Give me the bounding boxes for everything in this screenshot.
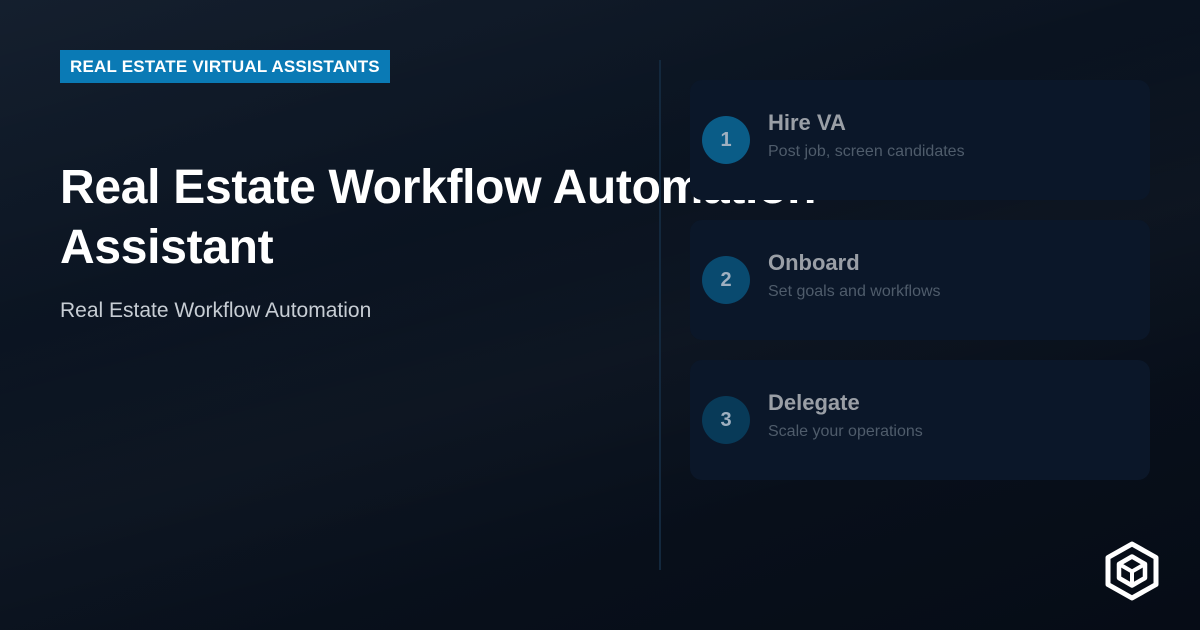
step-card-onboard: 2 Onboard Set goals and workflows: [690, 220, 1150, 340]
step-description: Set goals and workflows: [768, 283, 941, 300]
step-number-badge: 3: [702, 396, 750, 444]
step-title: Delegate: [768, 390, 860, 415]
og-image-canvas: REAL ESTATE VIRTUAL ASSISTANTS Real Esta…: [0, 0, 1200, 630]
vertical-divider: [659, 60, 661, 570]
step-card-delegate: 3 Delegate Scale your operations: [690, 360, 1150, 480]
step-title: Hire VA: [768, 110, 846, 135]
step-number-badge: 2: [702, 256, 750, 304]
steps-list: 1 Hire VA Post job, screen candidates 2 …: [690, 80, 1150, 500]
step-title: Onboard: [768, 250, 860, 275]
cube-logo-icon: [1105, 541, 1159, 601]
page-subtitle: Real Estate Workflow Automation: [60, 299, 372, 322]
step-number-badge: 1: [702, 116, 750, 164]
step-description: Post job, screen candidates: [768, 143, 965, 160]
step-description: Scale your operations: [768, 423, 923, 440]
step-card-hire-va: 1 Hire VA Post job, screen candidates: [690, 80, 1150, 200]
category-badge: REAL ESTATE VIRTUAL ASSISTANTS: [60, 50, 390, 83]
